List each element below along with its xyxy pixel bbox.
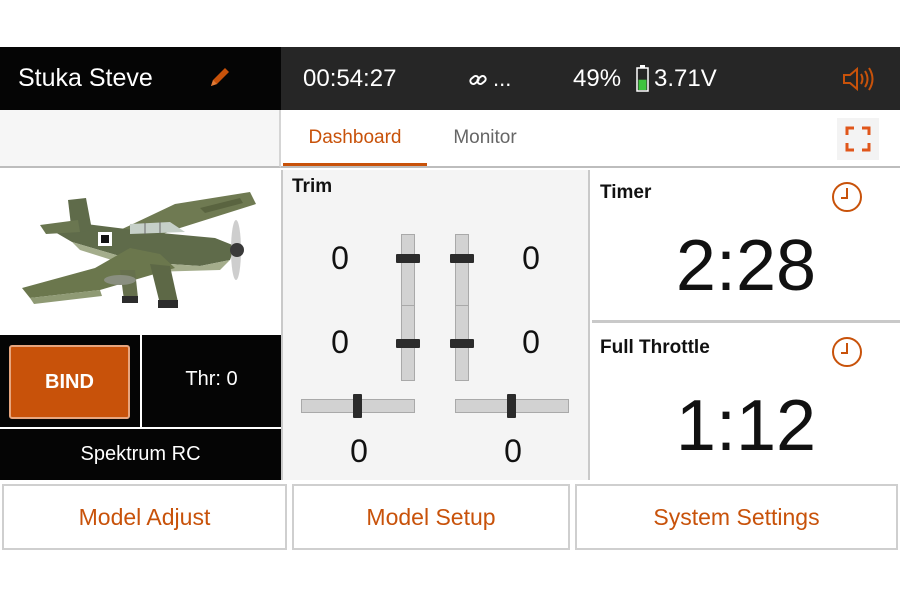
clock-icon[interactable] xyxy=(830,335,864,369)
trim-slider-handle[interactable] xyxy=(396,254,420,263)
system-settings-button[interactable]: System Settings xyxy=(575,484,898,550)
model-name-bar: Stuka Steve xyxy=(0,47,281,110)
link-icon xyxy=(469,75,487,86)
brand-label: Spektrum RC xyxy=(0,429,281,480)
battery-icon xyxy=(636,65,649,92)
trim-slider-v2[interactable] xyxy=(450,234,474,310)
elapsed-time: 00:54:27 xyxy=(303,65,397,92)
trim-bottom-left-value: 0 xyxy=(350,433,368,469)
trim-slider-handle[interactable] xyxy=(396,339,420,348)
trim-left-upper-value: 0 xyxy=(331,240,349,276)
model-name: Stuka Steve xyxy=(18,64,153,92)
pencil-icon[interactable] xyxy=(206,63,234,91)
throttle-readout: Thr: 0 xyxy=(142,335,281,427)
trim-slider-h2[interactable] xyxy=(455,394,569,418)
trim-slider-v1[interactable] xyxy=(396,234,420,310)
trim-slider-v4[interactable] xyxy=(450,305,474,381)
trim-slider-handle[interactable] xyxy=(353,394,362,418)
row2-spacer xyxy=(0,110,281,168)
full-throttle-timer-panel[interactable]: Full Throttle 1:12 xyxy=(592,325,900,480)
bind-button[interactable]: BIND xyxy=(9,345,130,419)
speaker-volume-icon[interactable] xyxy=(841,64,877,94)
full-throttle-value: 1:12 xyxy=(675,386,817,466)
link-status: ... xyxy=(467,47,511,110)
trim-slider-handle[interactable] xyxy=(450,254,474,263)
fullscreen-button[interactable] xyxy=(837,118,879,160)
model-image xyxy=(0,170,281,335)
stuka-airplane-image xyxy=(22,192,256,308)
trim-slider-h1[interactable] xyxy=(301,394,415,418)
fullscreen-icon xyxy=(845,126,871,152)
tab-dashboard[interactable]: Dashboard xyxy=(283,110,427,166)
model-setup-button[interactable]: Model Setup xyxy=(292,484,570,550)
trim-slider-handle[interactable] xyxy=(450,339,474,348)
full-throttle-label: Full Throttle xyxy=(600,337,710,358)
battery-percent: 49% xyxy=(573,65,622,92)
timer-value: 2:28 xyxy=(675,226,817,306)
model-adjust-button[interactable]: Model Adjust xyxy=(2,484,287,550)
tab-monitor[interactable]: Monitor xyxy=(431,110,539,166)
status-bar: 00:54:27 ... 49% 3.71V xyxy=(281,47,900,110)
trim-panel: Trim 0 0 0 0 0 0 xyxy=(281,170,590,480)
link-label: ... xyxy=(493,66,512,91)
trim-title: Trim xyxy=(292,176,333,197)
timer-label: Timer xyxy=(600,182,652,203)
clock-icon[interactable] xyxy=(830,180,864,214)
timer-panel[interactable]: Timer 2:28 xyxy=(592,170,900,323)
trim-right-upper-value: 0 xyxy=(522,240,540,276)
tab-bar: Dashboard Monitor xyxy=(281,110,900,168)
trim-bottom-right-value: 0 xyxy=(504,433,522,469)
trim-left-lower-value: 0 xyxy=(331,324,349,360)
battery-voltage: 3.71V xyxy=(654,65,717,92)
trim-right-lower-value: 0 xyxy=(522,324,540,360)
trim-slider-v3[interactable] xyxy=(396,305,420,381)
trim-slider-handle[interactable] xyxy=(507,394,516,418)
